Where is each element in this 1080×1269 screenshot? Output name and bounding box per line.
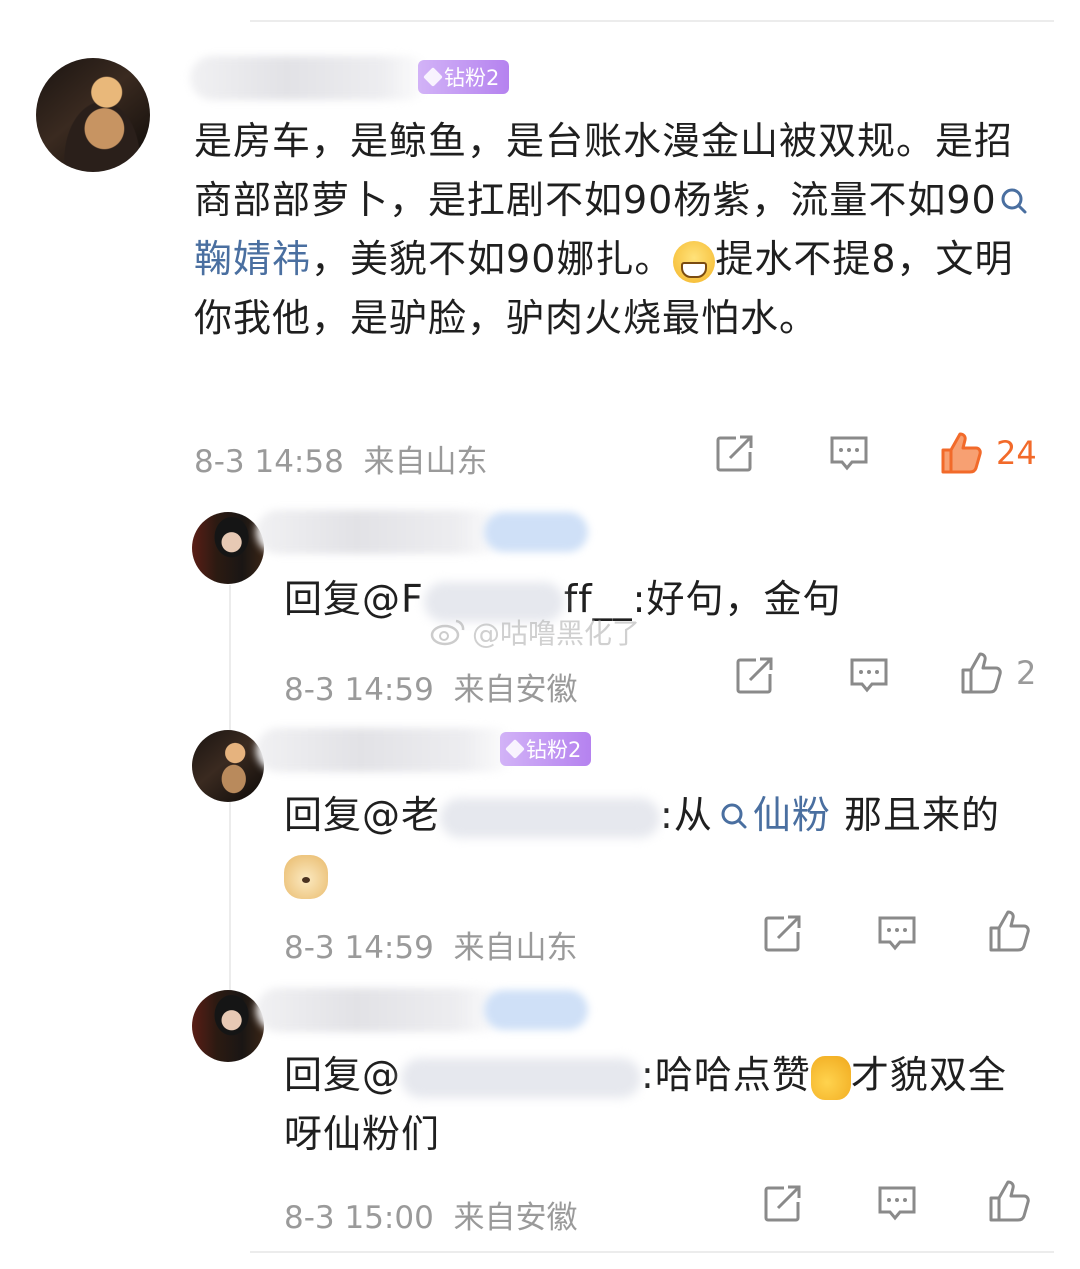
like-icon xyxy=(989,1180,1030,1222)
diamond-icon xyxy=(423,67,443,87)
username-blurred[interactable] xyxy=(256,988,506,1032)
top-divider xyxy=(250,20,1054,22)
avatar[interactable] xyxy=(36,58,150,172)
reply-text: 回复@:哈哈点赞 才貌双全呀仙粉们 xyxy=(284,1053,1007,1156)
share-icon xyxy=(764,1185,801,1222)
bottom-divider xyxy=(250,1251,1054,1253)
avatar[interactable] xyxy=(192,990,264,1062)
avatar[interactable] xyxy=(192,730,264,802)
reply-meta: 8-3 14:59 来自山东 xyxy=(284,930,578,966)
like-icon xyxy=(989,910,1030,952)
like-button[interactable]: 24 xyxy=(938,430,1037,476)
reply-button[interactable] xyxy=(876,914,918,954)
fan-badge: 钻粉2 xyxy=(500,732,592,766)
like-button[interactable] xyxy=(986,1178,1032,1224)
reply-text: 回复@F ff__:好句，金句 xyxy=(284,577,842,622)
handle-blurred xyxy=(401,1057,642,1098)
username-blurred[interactable] xyxy=(256,728,516,772)
doge-emoji-icon xyxy=(284,854,328,899)
reply-button[interactable] xyxy=(828,434,870,474)
search-icon xyxy=(721,803,747,829)
comment-icon xyxy=(830,436,868,471)
search-icon xyxy=(1001,188,1027,214)
like-icon xyxy=(961,652,1002,694)
avatar[interactable] xyxy=(192,512,264,584)
reply-button[interactable] xyxy=(848,656,890,696)
comment-meta: 8-3 14:58 来自山东 xyxy=(194,444,488,480)
comment-icon xyxy=(878,1186,916,1221)
like-icon xyxy=(941,432,982,474)
username-blurred[interactable] xyxy=(190,56,430,100)
handle-blurred xyxy=(440,797,661,838)
share-icon xyxy=(736,657,773,694)
diamond-icon xyxy=(505,739,525,759)
reply-button[interactable] xyxy=(876,1184,918,1224)
share-button[interactable] xyxy=(734,656,776,696)
fan-badge-blurred xyxy=(484,990,588,1030)
like-button[interactable] xyxy=(986,908,1032,954)
reply-text: 回复@老:从 仙粉 那且来的 xyxy=(284,786,1044,904)
weibo-logo-icon xyxy=(430,619,465,646)
username-blurred[interactable] xyxy=(256,510,506,554)
share-button[interactable] xyxy=(762,914,804,954)
fan-badge: 钻粉2 xyxy=(418,60,510,94)
comment-icon xyxy=(878,916,916,951)
like-button[interactable]: 2 xyxy=(958,650,1036,696)
fan-badge-blurred xyxy=(484,512,588,552)
share-icon xyxy=(764,915,801,952)
share-button[interactable] xyxy=(762,1184,804,1224)
reply-meta: 8-3 15:00 来自安徽 xyxy=(284,1200,578,1236)
reply-meta: 8-3 14:59 来自安徽 xyxy=(284,672,578,708)
share-icon xyxy=(716,435,753,472)
watermark: @咕噜黑化了 xyxy=(430,612,640,652)
grin-emoji-icon xyxy=(673,240,716,283)
comment-icon xyxy=(850,658,888,693)
thumbs-up-emoji-icon xyxy=(810,1055,851,1100)
comment-text: 是房车，是鲸鱼，是台账水漫金山被双规。是招商部部萝卜，是扛剧不如90杨紫，流量不… xyxy=(194,112,1034,348)
topic-link[interactable]: 仙粉 xyxy=(713,793,831,837)
share-button[interactable] xyxy=(714,434,756,474)
